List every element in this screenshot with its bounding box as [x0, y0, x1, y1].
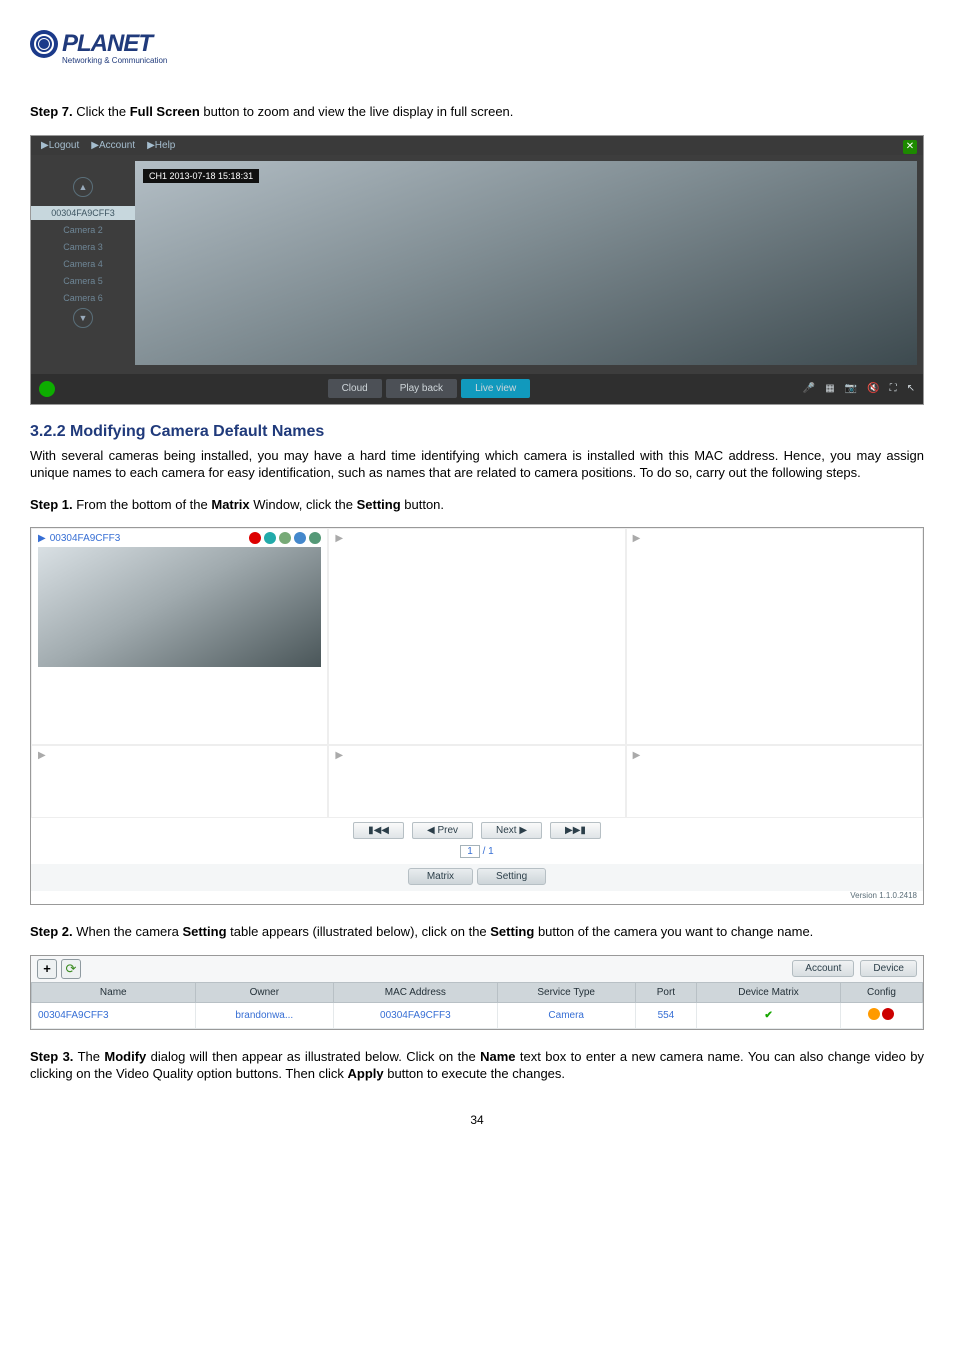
- page-indicator: 1 / 1: [31, 843, 923, 864]
- matrix-cell-empty[interactable]: ▶: [626, 528, 923, 745]
- logo-tagline: Networking & Communication: [30, 56, 924, 65]
- page-current[interactable]: 1: [460, 845, 480, 858]
- logo-text: PLANET: [62, 30, 152, 58]
- pager-nav: ▮◀◀ ◀ Prev Next ▶ ▶▶▮: [31, 818, 923, 843]
- pointer-icon[interactable]: ↖: [907, 383, 915, 394]
- camera-settings-table: Name Owner MAC Address Service Type Port…: [31, 982, 923, 1029]
- camera-item-active[interactable]: 00304FA9CFF3: [31, 206, 135, 220]
- snapshot-icon[interactable]: 📷: [845, 383, 857, 394]
- col-service[interactable]: Service Type: [497, 982, 635, 1002]
- delete-icon[interactable]: [882, 1008, 894, 1020]
- next-button[interactable]: Next ▶: [481, 822, 542, 839]
- close-icon[interactable]: ✕: [903, 140, 917, 154]
- timestamp-overlay: CH1 2013-07-18 15:18:31: [143, 169, 259, 183]
- table-row[interactable]: 00304FA9CFF3 brandonwa... 00304FA9CFF3 C…: [32, 1002, 923, 1028]
- version-label: Version 1.1.0.2418: [31, 891, 923, 904]
- scroll-up-icon[interactable]: ▲: [73, 177, 93, 197]
- matrix-cell-empty[interactable]: ▶: [328, 528, 625, 745]
- check-icon: ✔: [764, 1010, 772, 1021]
- play-icon: ▶: [335, 750, 343, 761]
- matrix-cell-empty[interactable]: ▶: [328, 745, 625, 818]
- ctrl-icon[interactable]: [294, 532, 306, 544]
- section-para: With several cameras being installed, yo…: [30, 447, 924, 482]
- live-view-screenshot: ▶Logout ▶Account ▶Help ✕ ▲ 00304FA9CFF3 …: [30, 135, 924, 405]
- matrix-tab[interactable]: Matrix: [408, 868, 473, 885]
- video-feed: CH1 2013-07-18 15:18:31: [135, 161, 917, 365]
- ctrl-icon[interactable]: [264, 532, 276, 544]
- ctrl-icon[interactable]: [309, 532, 321, 544]
- scroll-down-icon[interactable]: ▼: [73, 308, 93, 328]
- cell-config[interactable]: [840, 1002, 922, 1028]
- bottom-toolbar: Cloud Play back Live view 🎤 ▦ 📷 🔇 ⛶ ↖: [31, 374, 923, 404]
- page-number: 34: [30, 1113, 924, 1127]
- camera-item[interactable]: Camera 3: [31, 240, 135, 254]
- play-icon: ▶: [633, 750, 641, 761]
- matrix-window-screenshot: ▶ 00304FA9CFF3 ▶ ▶ ▶ ▶ ▶ ▮◀◀ ◀ Prev Next…: [30, 527, 924, 905]
- tab-cloud[interactable]: Cloud: [328, 379, 382, 398]
- last-button[interactable]: ▶▶▮: [550, 822, 601, 839]
- col-name[interactable]: Name: [32, 982, 196, 1002]
- camera-thumb: [38, 547, 321, 667]
- mute-icon[interactable]: 🔇: [867, 383, 879, 394]
- topbar: ▶Logout ▶Account ▶Help: [31, 136, 923, 155]
- matrix-cell-empty[interactable]: ▶: [626, 745, 923, 818]
- cell-name: 00304FA9CFF3: [32, 1002, 196, 1028]
- play-icon: ▶: [335, 533, 343, 544]
- logout-link[interactable]: ▶Logout: [41, 140, 79, 151]
- first-button[interactable]: ▮◀◀: [353, 822, 404, 839]
- setting-table-screenshot: + ⟳ Account Device Name Owner MAC Addres…: [30, 955, 924, 1030]
- tab-liveview[interactable]: Live view: [461, 379, 530, 398]
- refresh-icon[interactable]: ⟳: [61, 959, 81, 979]
- account-link[interactable]: ▶Account: [91, 140, 135, 151]
- col-owner[interactable]: Owner: [195, 982, 334, 1002]
- matrix-cell-empty[interactable]: ▶: [31, 745, 328, 818]
- add-icon[interactable]: +: [37, 959, 57, 979]
- camera-item[interactable]: Camera 4: [31, 257, 135, 271]
- col-port[interactable]: Port: [635, 982, 696, 1002]
- step1-text: Step 1. From the bottom of the Matrix Wi…: [30, 496, 924, 514]
- cell-matrix[interactable]: ✔: [697, 1002, 841, 1028]
- step7-text: Step 7. Click the Full Screen button to …: [30, 103, 924, 121]
- mic-icon[interactable]: 🎤: [803, 383, 815, 394]
- status-icon: [39, 381, 55, 397]
- cell-port: 554: [635, 1002, 696, 1028]
- step2-text: Step 2. When the camera Setting table ap…: [30, 923, 924, 941]
- section-heading: 3.2.2 Modifying Camera Default Names: [30, 423, 924, 441]
- grid-icon[interactable]: ▦: [825, 383, 834, 394]
- setting-tab[interactable]: Setting: [477, 868, 546, 885]
- col-matrix[interactable]: Device Matrix: [697, 982, 841, 1002]
- camera-item[interactable]: Camera 2: [31, 223, 135, 237]
- prev-button[interactable]: ◀ Prev: [412, 822, 473, 839]
- camera-item[interactable]: Camera 5: [31, 274, 135, 288]
- cell-service: Camera: [497, 1002, 635, 1028]
- camera-sidebar: ▲ 00304FA9CFF3 Camera 2 Camera 3 Camera …: [31, 155, 135, 371]
- cell-cam-label: 00304FA9CFF3: [50, 533, 121, 544]
- cell-owner: brandonwa...: [195, 1002, 334, 1028]
- device-tab[interactable]: Device: [860, 960, 917, 977]
- ctrl-icon[interactable]: [279, 532, 291, 544]
- tab-playback[interactable]: Play back: [386, 379, 457, 398]
- account-tab[interactable]: Account: [792, 960, 854, 977]
- logo-mark-icon: [30, 30, 58, 58]
- page-total: / 1: [483, 846, 494, 857]
- fullscreen-icon[interactable]: ⛶: [890, 383, 897, 394]
- camera-item[interactable]: Camera 6: [31, 291, 135, 305]
- col-mac[interactable]: MAC Address: [334, 982, 498, 1002]
- brand-logo: PLANET Networking & Communication: [30, 30, 924, 65]
- col-config[interactable]: Config: [840, 982, 922, 1002]
- cell-mac: 00304FA9CFF3: [334, 1002, 498, 1028]
- matrix-cell-1[interactable]: ▶ 00304FA9CFF3: [31, 528, 328, 745]
- rec-icon[interactable]: [249, 532, 261, 544]
- play-icon: ▶: [633, 533, 641, 544]
- help-link[interactable]: ▶Help: [147, 140, 175, 151]
- step3-text: Step 3. The Modify dialog will then appe…: [30, 1048, 924, 1083]
- play-icon: ▶: [38, 533, 46, 544]
- play-icon: ▶: [38, 750, 46, 761]
- gear-icon[interactable]: [868, 1008, 880, 1020]
